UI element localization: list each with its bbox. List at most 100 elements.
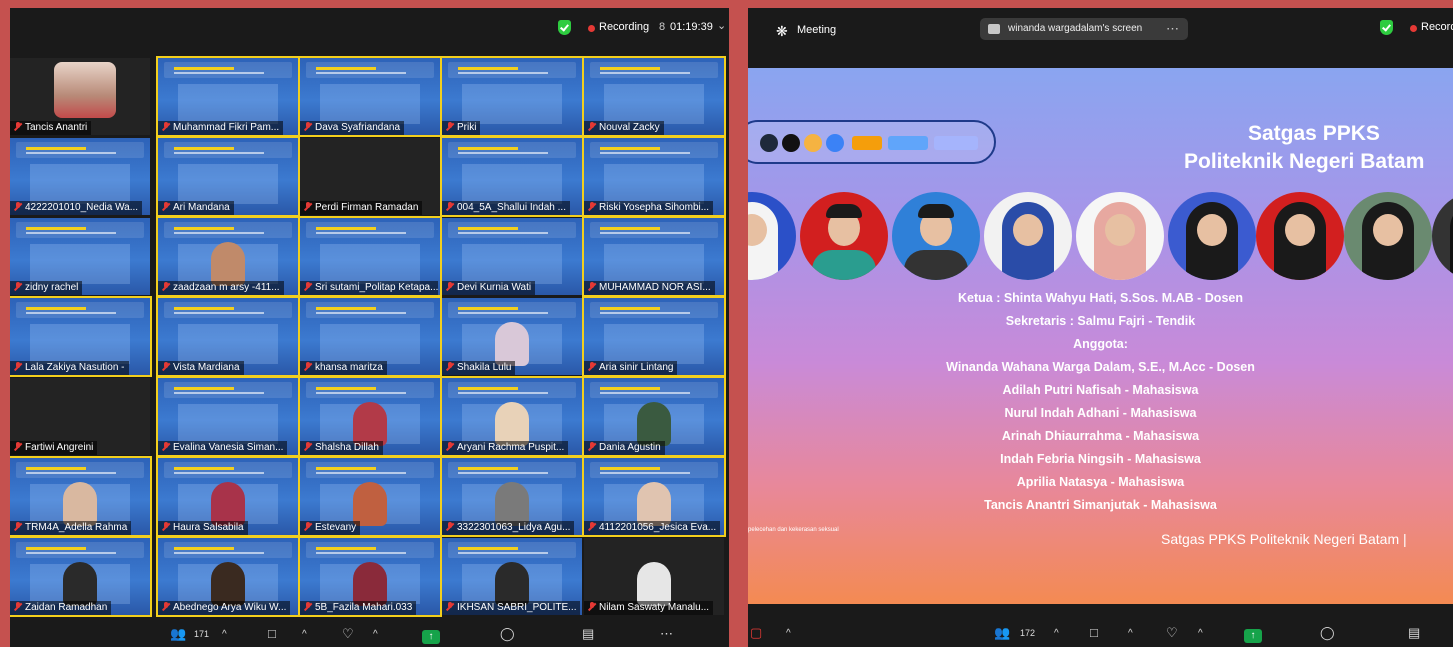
participant-tile[interactable]: Shakila Lulu <box>442 298 582 375</box>
participant-tile[interactable]: Tancis Anantri <box>10 58 150 135</box>
participant-tile[interactable]: Perdi Firman Ramadan <box>300 138 440 215</box>
participant-tile[interactable]: TRM4A_Adella Rahma <box>10 456 152 537</box>
mic-muted-icon <box>162 282 170 291</box>
participant-name-text: TRM4A_Adella Rahma <box>25 522 128 533</box>
participant-tile[interactable]: Ari Mandana <box>156 136 300 217</box>
caret-up-icon[interactable]: ^ <box>1128 628 1133 639</box>
participant-tile[interactable]: Haura Salsabila <box>156 456 300 537</box>
participant-tile[interactable]: 5B_Fazila Mahari.033 <box>298 536 442 617</box>
reactions-icon[interactable]: ♡ <box>1166 625 1178 641</box>
participant-tile[interactable]: Evalina Vanesia Siman... <box>156 376 300 457</box>
participant-tile[interactable]: Devi Kurnia Wati <box>442 218 582 295</box>
mic-muted-icon <box>446 282 454 291</box>
avatar <box>63 482 97 526</box>
face <box>1373 214 1403 246</box>
notes-icon[interactable]: ▤ <box>1408 625 1420 641</box>
participant-tile[interactable]: Lala Zakiya Nasution - <box>10 296 152 377</box>
participant-name-text: Tancis Anantri <box>25 122 88 133</box>
notes-icon[interactable]: ▤ <box>582 626 594 642</box>
participant-tile[interactable]: Aryani Rachma Puspit... <box>440 376 584 457</box>
shared-slide-thumbnail <box>164 62 292 78</box>
participant-tile[interactable]: Muhammad Fikri Pam... <box>156 56 300 137</box>
participant-name-text: Evalina Vanesia Siman... <box>173 442 284 453</box>
participant-name-text: Sri sutami_Politap Ketapa... <box>315 282 438 293</box>
mic-muted-icon <box>14 122 22 131</box>
face <box>1105 214 1135 246</box>
shield-icon[interactable] <box>558 20 571 35</box>
slide-background <box>462 164 562 204</box>
shared-slide: Satgas PPKS Politeknik Negeri Batam Ketu… <box>748 68 1453 604</box>
participants-count: 172 <box>1020 628 1036 638</box>
screen-icon <box>988 24 1000 34</box>
participant-tile[interactable]: IKHSAN SABRI_POLITE... <box>442 538 582 615</box>
recording-label[interactable]: Recording <box>599 21 649 33</box>
apps-icon[interactable]: ◯ <box>500 626 515 642</box>
participant-name: Zaidan Ramadhan <box>10 601 112 615</box>
participant-name-text: zaadzaan m arsy -411... <box>173 282 280 293</box>
participant-tile[interactable]: Zaidan Ramadhan <box>10 536 152 617</box>
avatar <box>495 482 529 526</box>
participant-tile[interactable]: Fartiwi Angreini <box>10 378 150 455</box>
members-heading: Anggota: <box>1073 337 1128 351</box>
participant-tile[interactable]: 4222201010_Nedia Wa... <box>10 138 150 215</box>
participant-tile[interactable]: Priki <box>440 56 584 137</box>
chat-icon[interactable]: □ <box>268 626 276 641</box>
caret-up-icon[interactable]: ^ <box>786 628 791 639</box>
people-icon[interactable]: 👥 <box>994 625 1010 641</box>
meeting-label[interactable]: Meeting <box>797 24 836 36</box>
participant-tile[interactable]: Estevany <box>298 456 442 537</box>
shared-slide-thumbnail <box>164 462 292 478</box>
participant-tile[interactable]: khansa maritza <box>298 296 442 377</box>
reactions-icon[interactable]: ♡ <box>342 626 354 642</box>
participant-tile[interactable]: zaadzaan m arsy -411... <box>156 216 300 297</box>
shared-slide-thumbnail <box>448 62 576 78</box>
caret-up-icon[interactable]: ^ <box>1054 628 1059 639</box>
avatar <box>353 562 387 606</box>
participant-tile[interactable]: Dava Syafriandana <box>298 56 442 137</box>
shield-icon[interactable] <box>1380 20 1393 35</box>
participant-name: 4112201056_Jesica Eva... <box>584 521 721 535</box>
shared-slide-thumbnail <box>164 222 292 238</box>
people-icon[interactable]: 👥 <box>170 626 186 642</box>
participant-tile[interactable]: Dania Agustin <box>582 376 726 457</box>
participant-tile[interactable]: Riski Yosepha Sihombi... <box>582 136 726 217</box>
participant-tile[interactable]: 004_5A_Shallui Indah ... <box>440 136 584 217</box>
shared-slide-thumbnail <box>306 382 434 398</box>
apps-icon[interactable]: ◯ <box>1320 625 1335 641</box>
member-line: Winanda Wahana Warga Dalam, S.E., M.Acc … <box>946 360 1255 374</box>
slide-background <box>30 164 130 204</box>
participant-tile[interactable]: Aria sinir Lintang <box>582 296 726 377</box>
caret-up-icon[interactable]: ^ <box>373 629 378 640</box>
participant-tile[interactable]: Nilam Saswaty Manalu... <box>584 538 724 615</box>
participant-tile[interactable]: 4112201056_Jesica Eva... <box>582 456 726 537</box>
slide-background <box>462 84 562 124</box>
caret-up-icon[interactable]: ^ <box>1198 628 1203 639</box>
participant-tile[interactable]: Abednego Arya Wiku W... <box>156 536 300 617</box>
recording-label[interactable]: Record <box>1421 21 1453 33</box>
participant-name-text: Nouval Zacky <box>599 122 660 133</box>
screen-share-indicator[interactable]: winanda wargadalam's screen ⋯ <box>980 18 1188 40</box>
more-options-icon[interactable]: ⋯ <box>1166 21 1179 37</box>
mic-muted-icon <box>14 442 22 451</box>
avatar <box>211 562 245 606</box>
participant-tile[interactable]: Vista Mardiana <box>156 296 300 377</box>
participant-tile[interactable]: Shalsha Dillah <box>298 376 442 457</box>
caret-up-icon[interactable]: ^ <box>222 629 227 640</box>
camera-off-icon[interactable]: ▢ <box>750 625 762 641</box>
avatar <box>637 562 671 606</box>
participant-tile[interactable]: Sri sutami_Politap Ketapa... <box>298 216 442 297</box>
mic-muted-icon <box>446 602 454 611</box>
chevron-down-icon[interactable]: ⌄ <box>717 19 726 32</box>
chat-icon[interactable]: □ <box>1090 625 1098 640</box>
slide-background <box>30 324 130 364</box>
screen-share-window: ❋ Meeting winanda wargadalam's screen ⋯ … <box>748 8 1453 647</box>
logo-strip <box>748 120 996 164</box>
participant-tile[interactable]: Nouval Zacky <box>582 56 726 137</box>
more-icon[interactable]: ⋯ <box>660 626 673 642</box>
participant-name-text: Zaidan Ramadhan <box>25 602 108 613</box>
participant-tile[interactable]: 3322301063_Lidya Agu... <box>440 456 584 537</box>
caret-up-icon[interactable]: ^ <box>302 629 307 640</box>
participant-tile[interactable]: MUHAMMAD NOR ASI... <box>582 216 726 297</box>
participant-name-text: Vista Mardiana <box>173 362 240 373</box>
participant-tile[interactable]: zidny rachel <box>10 218 150 295</box>
